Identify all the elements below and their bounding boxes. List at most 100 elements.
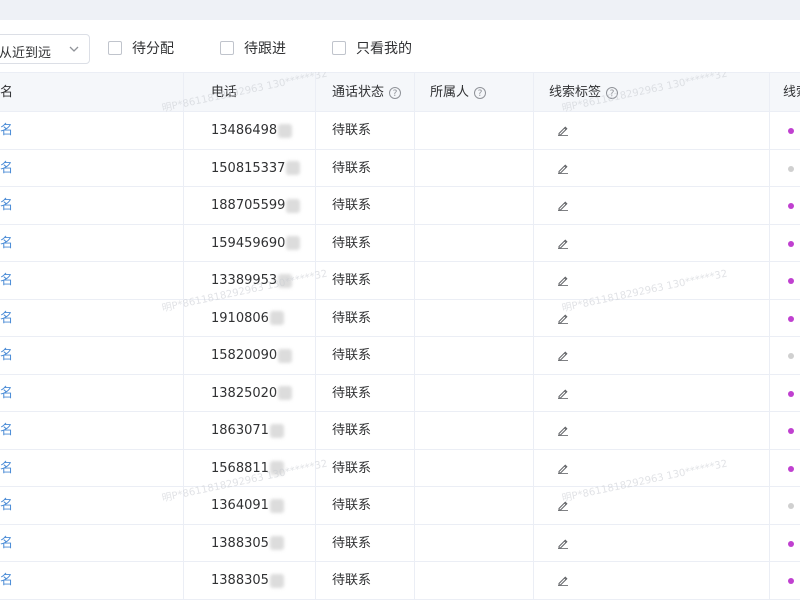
table-row: 名 1388305 待联系 — [0, 562, 800, 600]
edit-tag-icon[interactable] — [557, 124, 569, 136]
masked-digits — [278, 386, 293, 400]
call-status-cell: 待联系 — [332, 573, 372, 588]
masked-digits — [269, 311, 284, 325]
call-status-cell: 待联系 — [332, 535, 372, 551]
masked-digits — [269, 498, 284, 513]
table-row: 名 1568811 待联系 — [0, 450, 800, 487]
table-row: 名 1364091 待联系 — [0, 487, 800, 525]
lead-name-link[interactable]: 名 — [0, 375, 13, 412]
lead-name-link[interactable]: 名 — [0, 262, 13, 299]
checkbox-box[interactable] — [108, 41, 122, 55]
call-status-cell: 待联系 — [332, 235, 372, 251]
masked-digits — [286, 198, 301, 213]
checkbox-pending-follow[interactable]: 待跟进 — [220, 39, 286, 57]
edit-tag-icon[interactable] — [557, 162, 569, 174]
masked-digits — [278, 123, 293, 138]
checkbox-box[interactable] — [332, 41, 346, 55]
phone-cell: 1388305 — [211, 562, 284, 599]
checkbox-label: 待分配 — [132, 41, 174, 57]
call-status-cell: 待联系 — [332, 273, 372, 288]
status-dot — [788, 203, 794, 209]
filter-bar: 从近到远 待分配 待跟进 只看我的 — [0, 20, 800, 72]
lead-name-link[interactable]: 名 — [0, 525, 13, 562]
help-icon[interactable]: ? — [474, 87, 487, 99]
table-row: 名 15820090 待联系 — [0, 337, 800, 375]
masked-digits — [278, 273, 293, 288]
phone-cell: 159459690 — [211, 225, 301, 262]
lead-name-link[interactable]: 名 — [0, 450, 13, 487]
table-row: 名 13389953 待联系 — [0, 262, 800, 300]
call-status-cell: 待联系 — [332, 385, 372, 401]
help-icon[interactable]: ? — [606, 87, 619, 99]
edit-tag-icon[interactable] — [557, 537, 569, 549]
phone-number: 188705599 — [211, 198, 286, 213]
phone-number: 1364091 — [211, 498, 269, 513]
phone-number: 159459690 — [211, 235, 286, 251]
call-status-cell: 待联系 — [332, 198, 372, 213]
masked-digits — [278, 348, 293, 363]
edit-tag-icon[interactable] — [557, 237, 569, 249]
call-status-cell: 待联系 — [332, 160, 372, 176]
checkbox-label: 待跟进 — [244, 41, 286, 57]
status-dot — [788, 428, 794, 434]
phone-number: 13825020 — [211, 385, 278, 401]
lead-name-link[interactable]: 名 — [0, 412, 13, 449]
checkbox-pending-assign[interactable]: 待分配 — [108, 39, 174, 57]
masked-digits — [286, 161, 301, 175]
phone-number: 1388305 — [211, 535, 269, 551]
phone-cell: 15820090 — [211, 337, 293, 374]
edit-tag-icon[interactable] — [557, 274, 569, 286]
edit-tag-icon[interactable] — [557, 499, 569, 511]
status-dot — [788, 278, 794, 284]
edit-tag-icon[interactable] — [557, 349, 569, 361]
header-last: 线索 — [783, 85, 800, 100]
status-dot — [788, 240, 794, 247]
edit-tag-icon[interactable] — [557, 424, 569, 436]
status-dot — [788, 578, 794, 584]
checkbox-only-mine[interactable]: 只看我的 — [332, 39, 412, 57]
status-dot — [788, 540, 794, 547]
lead-name-link[interactable]: 名 — [0, 112, 13, 149]
status-dot — [788, 353, 794, 359]
masked-digits — [269, 461, 284, 475]
header-name: 名 — [0, 85, 14, 100]
phone-cell: 150815337 — [211, 150, 301, 187]
table-row: 名 1863071 待联系 — [0, 412, 800, 450]
phone-cell: 1910806 — [211, 300, 284, 337]
chevron-down-icon — [69, 46, 79, 52]
lead-name-link[interactable]: 名 — [0, 487, 13, 524]
lead-name-link[interactable]: 名 — [0, 187, 13, 224]
edit-tag-icon[interactable] — [557, 462, 569, 474]
phone-number: 13486498 — [211, 123, 278, 138]
lead-name-link[interactable]: 名 — [0, 337, 13, 374]
help-icon[interactable]: ? — [389, 87, 402, 99]
masked-digits — [286, 236, 301, 250]
lead-name-link[interactable]: 名 — [0, 300, 13, 337]
masked-digits — [269, 536, 284, 550]
edit-tag-icon[interactable] — [557, 387, 569, 399]
table-header: 名 电话 通话状态? 所属人? 线索标签? 线索 — [0, 72, 800, 112]
sort-select-value: 从近到远 — [0, 46, 52, 61]
sort-select[interactable]: 从近到远 — [0, 34, 90, 64]
phone-number: 1910806 — [211, 310, 269, 326]
edit-tag-icon[interactable] — [557, 312, 569, 324]
checkbox-box[interactable] — [220, 41, 234, 55]
edit-tag-icon[interactable] — [557, 199, 569, 211]
status-dot — [788, 128, 794, 134]
phone-cell: 1388305 — [211, 525, 284, 562]
call-status-cell: 待联系 — [332, 498, 372, 513]
phone-number: 13389953 — [211, 273, 278, 288]
lead-name-link[interactable]: 名 — [0, 150, 13, 187]
phone-number: 1568811 — [211, 460, 269, 476]
edit-tag-icon[interactable] — [557, 574, 569, 586]
table-row: 名 1910806 待联系 — [0, 300, 800, 337]
header-owner: 所属人? — [430, 73, 487, 113]
header-call-status: 通话状态? — [332, 73, 402, 113]
lead-name-link[interactable]: 名 — [0, 562, 13, 599]
call-status-cell: 待联系 — [332, 310, 372, 326]
phone-cell: 13486498 — [211, 112, 293, 149]
phone-cell: 13389953 — [211, 262, 293, 299]
table-row: 名 188705599 待联系 — [0, 187, 800, 225]
lead-name-link[interactable]: 名 — [0, 225, 13, 262]
masked-digits — [269, 423, 284, 438]
